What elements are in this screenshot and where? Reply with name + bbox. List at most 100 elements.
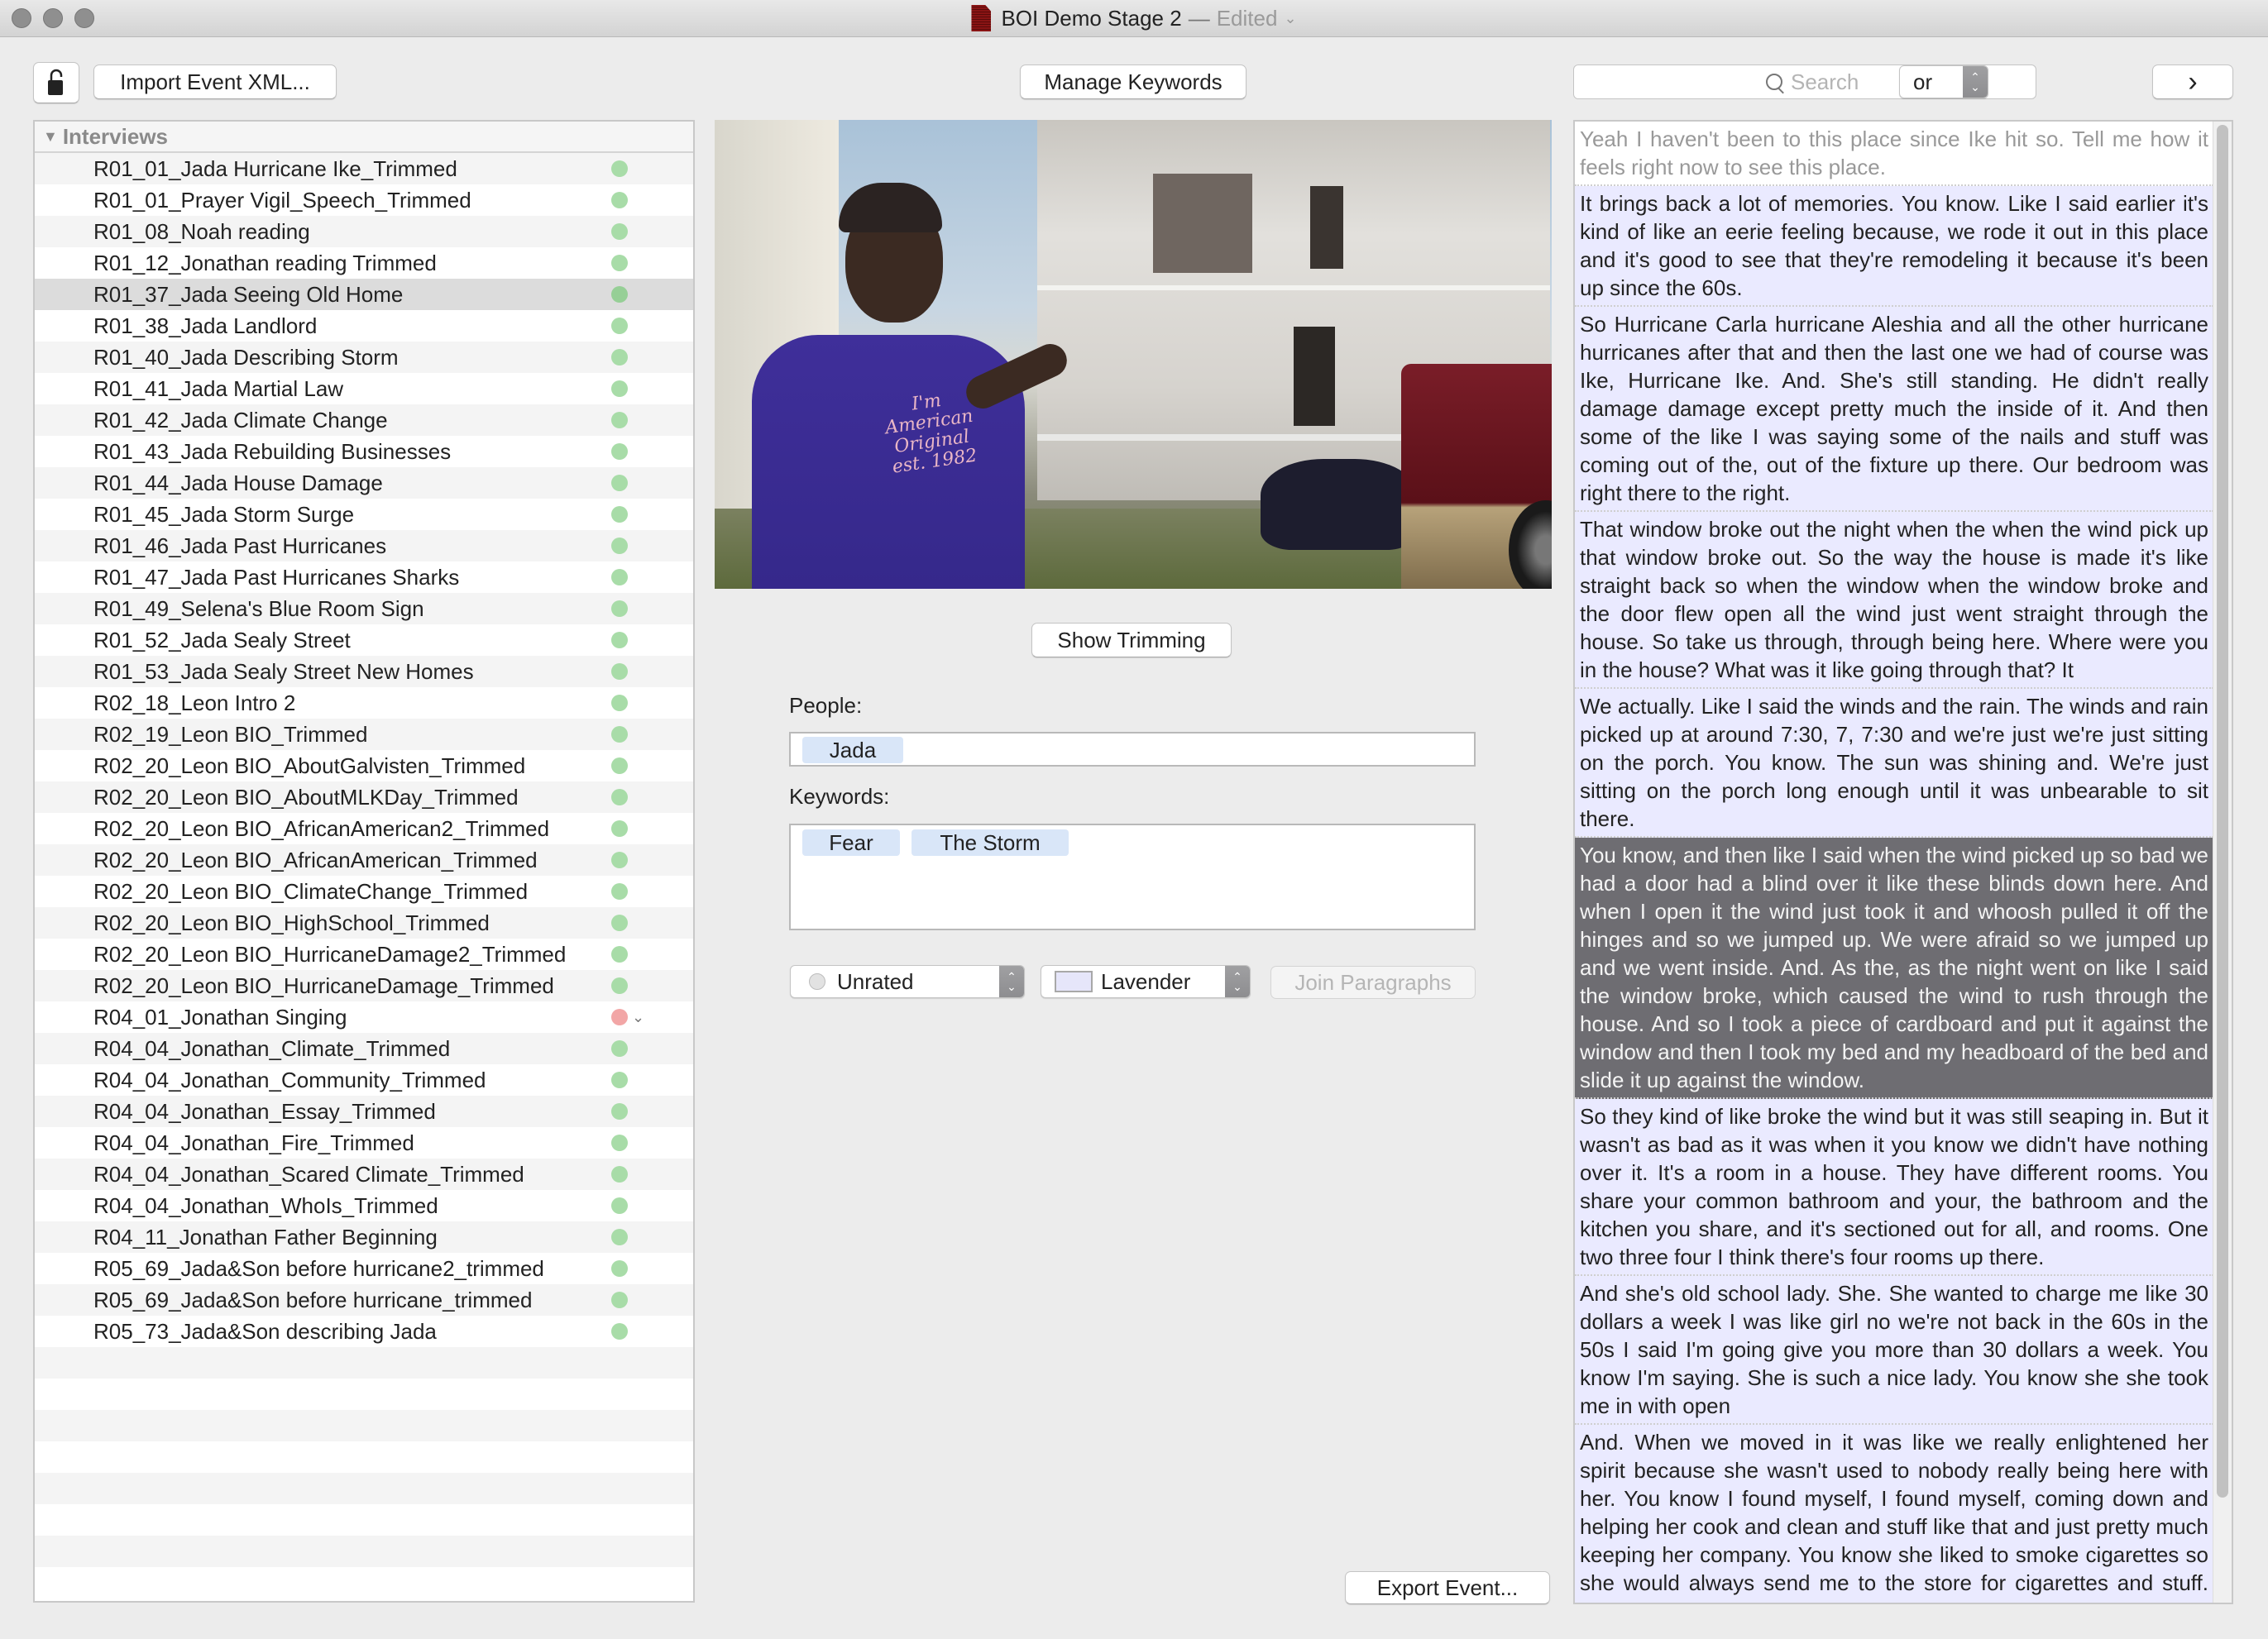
color-select[interactable]: Lavender ⌃ ⌄	[1041, 965, 1251, 998]
status-dot-icon[interactable]	[611, 757, 628, 774]
scrollbar-thumb[interactable]	[2217, 125, 2228, 1498]
transcript-paragraph[interactable]: That window broke out the night when the…	[1575, 512, 2213, 689]
status-dot-icon[interactable]	[611, 852, 628, 868]
list-item[interactable]: R02_18_Leon Intro 2	[35, 687, 693, 719]
group-header-interviews[interactable]: ▼ Interviews	[35, 122, 693, 153]
status-dot-icon[interactable]	[611, 506, 628, 523]
list-item[interactable]: R04_04_Jonathan_Fire_Trimmed	[35, 1127, 693, 1159]
keyword-token[interactable]: The Storm	[912, 829, 1069, 856]
list-item[interactable]: R02_20_Leon BIO_AfricanAmerican2_Trimmed	[35, 813, 693, 844]
status-dot-icon[interactable]	[611, 1197, 628, 1214]
list-item[interactable]: R01_53_Jada Sealy Street New Homes	[35, 656, 693, 687]
list-item[interactable]: R02_19_Leon BIO_Trimmed	[35, 719, 693, 750]
status-dot-icon[interactable]	[611, 632, 628, 648]
list-item[interactable]: R04_04_Jonathan_Community_Trimmed	[35, 1064, 693, 1096]
list-item[interactable]: R04_01_Jonathan Singing ⌄	[35, 1001, 693, 1033]
list-item[interactable]: R01_46_Jada Past Hurricanes	[35, 530, 693, 561]
list-item[interactable]: R04_11_Jonathan Father Beginning	[35, 1221, 693, 1253]
keyword-token[interactable]: Fear	[802, 829, 900, 856]
transcript-view[interactable]: Yeah I haven't been to this place since …	[1573, 120, 2233, 1604]
list-item[interactable]: R01_40_Jada Describing Storm	[35, 342, 693, 373]
list-item[interactable]: R01_52_Jada Sealy Street	[35, 624, 693, 656]
status-dot-icon[interactable]	[611, 286, 628, 303]
list-item[interactable]: R04_04_Jonathan_WhoIs_Trimmed	[35, 1190, 693, 1221]
status-dot-icon[interactable]	[611, 915, 628, 931]
transcript-paragraph[interactable]: It brings back a lot of memories. You kn…	[1575, 186, 2213, 307]
list-item[interactable]: R01_47_Jada Past Hurricanes Sharks	[35, 561, 693, 593]
status-dot-icon[interactable]	[611, 820, 628, 837]
status-dot-icon[interactable]	[611, 255, 628, 271]
list-item[interactable]: R01_44_Jada House Damage	[35, 467, 693, 499]
status-dot-icon[interactable]	[611, 789, 628, 805]
list-item[interactable]: R02_20_Leon BIO_AboutGalvisten_Trimmed	[35, 750, 693, 781]
status-dot-icon[interactable]	[611, 538, 628, 554]
status-dot-icon[interactable]	[611, 695, 628, 711]
status-dot-icon[interactable]	[611, 192, 628, 208]
status-dot-icon[interactable]	[611, 1229, 628, 1245]
list-item[interactable]: R02_20_Leon BIO_AfricanAmerican_Trimmed	[35, 844, 693, 876]
manage-keywords-button[interactable]: Manage Keywords	[1020, 65, 1246, 99]
list-item[interactable]: R05_73_Jada&Son describing Jada	[35, 1316, 693, 1347]
status-dot-icon[interactable]	[611, 663, 628, 680]
list-item[interactable]: R02_20_Leon BIO_HighSchool_Trimmed	[35, 907, 693, 939]
interview-list[interactable]: ▼ Interviews R01_01_Jada Hurricane Ike_T…	[33, 120, 695, 1603]
transcript-paragraph[interactable]: So they kind of like broke the wind but …	[1575, 1099, 2213, 1276]
video-player[interactable]: I'm American Original est. 1982	[715, 120, 1552, 589]
chevron-down-icon[interactable]: ⌄	[1284, 10, 1296, 27]
status-dot-icon[interactable]	[611, 318, 628, 334]
list-item[interactable]: R01_49_Selena's Blue Room Sign	[35, 593, 693, 624]
status-dot-icon[interactable]	[611, 380, 628, 397]
list-item[interactable]: R01_12_Jonathan reading Trimmed	[35, 247, 693, 279]
list-item[interactable]: R01_38_Jada Landlord	[35, 310, 693, 342]
disclosure-triangle-icon[interactable]: ▼	[43, 128, 58, 146]
status-dot-icon[interactable]	[611, 1323, 628, 1340]
list-item[interactable]: R01_01_Prayer Vigil_Speech_Trimmed	[35, 184, 693, 216]
list-item[interactable]: R04_04_Jonathan_Scared Climate_Trimmed	[35, 1159, 693, 1190]
export-event-button[interactable]: Export Event...	[1345, 1571, 1550, 1604]
rating-select[interactable]: Unrated ⌃ ⌄	[790, 965, 1025, 998]
list-item[interactable]: R04_04_Jonathan_Essay_Trimmed	[35, 1096, 693, 1127]
vertical-scrollbar[interactable]	[2213, 122, 2232, 1603]
status-dot-icon[interactable]	[611, 223, 628, 240]
edited-status[interactable]: Edited	[1217, 6, 1278, 31]
transcript-paragraph[interactable]: We actually. Like I said the winds and t…	[1575, 689, 2213, 838]
transcript-paragraph[interactable]: Yeah I haven't been to this place since …	[1575, 122, 2213, 186]
list-item[interactable]: R01_42_Jada Climate Change	[35, 404, 693, 436]
status-dot-icon[interactable]	[611, 600, 628, 617]
status-dot-icon[interactable]	[611, 1103, 628, 1120]
chevron-down-icon[interactable]: ⌄	[632, 1009, 644, 1026]
status-dot-icon[interactable]	[611, 349, 628, 366]
status-dot-icon[interactable]	[611, 443, 628, 460]
list-item[interactable]: R01_37_Jada Seeing Old Home	[35, 279, 693, 310]
transcript-paragraph-selected[interactable]: You know, and then like I said when the …	[1575, 838, 2213, 1099]
list-item[interactable]: R05_69_Jada&Son before hurricane_trimmed	[35, 1284, 693, 1316]
status-dot-icon[interactable]	[611, 1009, 628, 1025]
list-item[interactable]: R05_69_Jada&Son before hurricane2_trimme…	[35, 1253, 693, 1284]
search-field[interactable]: Search or ⌃ ⌄	[1573, 65, 2036, 99]
status-dot-icon[interactable]	[611, 569, 628, 585]
status-dot-icon[interactable]	[611, 726, 628, 743]
status-dot-icon[interactable]	[611, 977, 628, 994]
status-dot-icon[interactable]	[611, 1072, 628, 1088]
status-dot-icon[interactable]	[611, 412, 628, 428]
join-paragraphs-button[interactable]: Join Paragraphs	[1270, 966, 1476, 999]
list-item[interactable]: R01_45_Jada Storm Surge	[35, 499, 693, 530]
list-item[interactable]: R04_04_Jonathan_Climate_Trimmed	[35, 1033, 693, 1064]
list-item[interactable]: R01_08_Noah reading	[35, 216, 693, 247]
lock-button[interactable]	[33, 62, 79, 103]
status-dot-icon[interactable]	[611, 160, 628, 177]
list-item[interactable]: R01_01_Jada Hurricane Ike_Trimmed	[35, 153, 693, 184]
list-item[interactable]: R02_20_Leon BIO_HurricaneDamage2_Trimmed	[35, 939, 693, 970]
status-dot-icon[interactable]	[611, 883, 628, 900]
list-item[interactable]: R02_20_Leon BIO_AboutMLKDay_Trimmed	[35, 781, 693, 813]
status-dot-icon[interactable]	[611, 1260, 628, 1277]
transcript-paragraph[interactable]: And she's old school lady. She. She want…	[1575, 1276, 2213, 1425]
transcript-paragraph[interactable]: And. When we moved in it was like we rea…	[1575, 1425, 2213, 1603]
list-item[interactable]: R02_20_Leon BIO_HurricaneDamage_Trimmed	[35, 970, 693, 1001]
list-item[interactable]: R01_41_Jada Martial Law	[35, 373, 693, 404]
status-dot-icon[interactable]	[611, 475, 628, 491]
transcript-paragraph[interactable]: So Hurricane Carla hurricane Aleshia and…	[1575, 307, 2213, 512]
status-dot-icon[interactable]	[611, 946, 628, 963]
import-event-xml-button[interactable]: Import Event XML...	[93, 65, 337, 99]
next-button[interactable]: ›	[2152, 65, 2233, 99]
